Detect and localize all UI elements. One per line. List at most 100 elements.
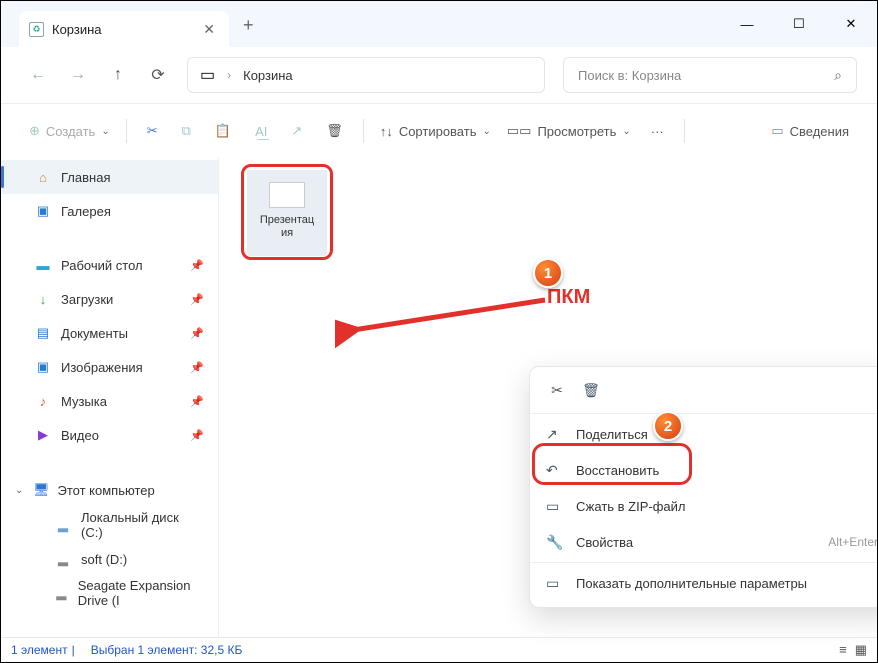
sidebar: ⌂Главная ▣Галерея ▬Рабочий стол📌 ↓Загруз… bbox=[1, 158, 219, 637]
divider bbox=[530, 562, 878, 563]
search-placeholder: Поиск в: Корзина bbox=[578, 68, 681, 83]
scissors-icon: ✂ bbox=[551, 382, 563, 399]
sidebar-item-videos[interactable]: ▶Видео📌 bbox=[1, 418, 218, 452]
chevron-down-icon: ⌄ bbox=[622, 126, 630, 137]
rename-button[interactable]: A͟I bbox=[243, 118, 279, 145]
music-icon: ♪ bbox=[35, 393, 51, 409]
annotation-badge-1: 1 bbox=[533, 258, 563, 288]
address-bar[interactable]: ▭ › Корзина bbox=[187, 57, 545, 93]
file-item-presentation[interactable]: Презентац ия bbox=[247, 170, 327, 256]
ctx-restore[interactable]: ↶Восстановить bbox=[530, 452, 878, 488]
divider bbox=[530, 413, 878, 414]
back-button[interactable]: ← bbox=[21, 58, 55, 92]
share-icon: ↗ bbox=[291, 123, 302, 139]
chevron-down-icon: ⌄ bbox=[482, 126, 490, 137]
sort-icon: ↑↓ bbox=[380, 124, 393, 139]
wrench-icon: 🔧 bbox=[546, 534, 562, 551]
desktop-icon: ▬ bbox=[35, 257, 51, 273]
trash-icon: 🗑 bbox=[326, 123, 343, 139]
monitor-icon: ▭ bbox=[200, 65, 215, 85]
copy-icon: ⧉ bbox=[182, 123, 191, 139]
sidebar-group-thispc[interactable]: ⌄🖥Этот компьютер bbox=[1, 472, 218, 508]
navigation-bar: ← → ↑ ⟳ ▭ › Корзина Поиск в: Корзина ⌕ bbox=[1, 47, 877, 103]
minimize-button[interactable]: — bbox=[721, 1, 773, 47]
sidebar-item-documents[interactable]: ▤Документы📌 bbox=[1, 316, 218, 350]
close-window-button[interactable]: ✕ bbox=[825, 1, 877, 47]
ctx-properties[interactable]: 🔧СвойстваAlt+Enter bbox=[530, 524, 878, 560]
shortcut-label: Alt+Enter bbox=[828, 535, 878, 549]
video-icon: ▶ bbox=[35, 427, 51, 443]
drive-icon: ▂ bbox=[55, 517, 71, 533]
file-name: Презентац ия bbox=[260, 214, 314, 240]
sidebar-item-music[interactable]: ♪Музыка📌 bbox=[1, 384, 218, 418]
ctx-zip[interactable]: ▭Сжать в ZIP-файл bbox=[530, 488, 878, 524]
sidebar-item-gallery[interactable]: ▣Галерея bbox=[1, 194, 218, 228]
toolbar: ⊕ Создать ⌄ ✂ ⧉ 📋 A͟I ↗ 🗑 ↑↓ Сортировать… bbox=[1, 104, 877, 158]
document-icon: ▤ bbox=[35, 325, 51, 341]
status-bar: 1 элемент | Выбран 1 элемент: 32,5 КБ ≡ … bbox=[1, 637, 877, 662]
gallery-icon: ▣ bbox=[35, 203, 51, 219]
sidebar-item-desktop[interactable]: ▬Рабочий стол📌 bbox=[1, 248, 218, 282]
details-icon: ▭ bbox=[771, 123, 783, 139]
up-button[interactable]: ↑ bbox=[101, 58, 135, 92]
share-button[interactable]: ↗ bbox=[279, 117, 314, 145]
copy-button[interactable]: ⧉ bbox=[170, 117, 203, 145]
paste-button[interactable]: 📋 bbox=[203, 117, 243, 145]
undo-icon: ↶ bbox=[546, 462, 562, 479]
browser-tab[interactable]: ♻ Корзина ✕ bbox=[19, 11, 229, 47]
sidebar-item-home[interactable]: ⌂Главная bbox=[1, 160, 218, 194]
ctx-cut-button[interactable]: ✂ bbox=[542, 377, 572, 403]
sort-button[interactable]: ↑↓ Сортировать ⌄ bbox=[372, 118, 499, 145]
sidebar-item-disk-d[interactable]: ▂soft (D:) bbox=[1, 542, 218, 576]
context-menu: ✂ 🗑 ↗Поделиться ↶Восстановить ▭Сжать в Z… bbox=[529, 366, 878, 608]
pin-icon: 📌 bbox=[190, 395, 204, 408]
divider bbox=[684, 119, 685, 143]
divider bbox=[363, 119, 364, 143]
view-button[interactable]: ▭▭ Просмотреть ⌄ bbox=[499, 117, 639, 145]
details-pane-button[interactable]: ▭ Сведения bbox=[763, 117, 857, 145]
archive-icon: ▭ bbox=[546, 498, 562, 515]
forward-button[interactable]: → bbox=[61, 58, 95, 92]
download-icon: ↓ bbox=[35, 291, 51, 307]
sidebar-item-pictures[interactable]: ▣Изображения📌 bbox=[1, 350, 218, 384]
maximize-button[interactable]: ☐ bbox=[773, 1, 825, 47]
share-outline-icon: ↗ bbox=[546, 426, 562, 443]
chevron-down-icon: ⌄ bbox=[15, 485, 25, 496]
refresh-button[interactable]: ⟳ bbox=[141, 58, 175, 92]
path-segment[interactable]: Корзина bbox=[243, 68, 293, 83]
ctx-more-options[interactable]: ▭Показать дополнительные параметры bbox=[530, 565, 878, 601]
recycle-bin-icon: ♻ bbox=[29, 22, 44, 37]
sidebar-item-downloads[interactable]: ↓Загрузки📌 bbox=[1, 282, 218, 316]
new-button[interactable]: ⊕ Создать ⌄ bbox=[21, 117, 118, 145]
pin-icon: 📌 bbox=[190, 327, 204, 340]
divider bbox=[126, 119, 127, 143]
sidebar-item-disk-ext[interactable]: ▂Seagate Expansion Drive (I bbox=[1, 576, 218, 610]
annotation-arrow bbox=[335, 288, 555, 348]
more-options-icon: ▭ bbox=[546, 575, 562, 592]
window-controls: — ☐ ✕ bbox=[721, 1, 877, 47]
path-separator: › bbox=[227, 68, 231, 82]
tab-title: Корзина bbox=[52, 22, 102, 37]
view-list-button[interactable]: ≡ bbox=[839, 642, 847, 658]
file-thumbnail-icon bbox=[269, 182, 305, 208]
status-count: 1 элемент bbox=[11, 643, 68, 657]
cut-button[interactable]: ✂ bbox=[135, 117, 170, 145]
content-area[interactable]: Презентац ия ПКМ ✂ 🗑 ↗Поделиться ↶Восста… bbox=[219, 158, 877, 637]
title-bar: ♻ Корзина ✕ + — ☐ ✕ bbox=[1, 1, 877, 47]
search-box[interactable]: Поиск в: Корзина ⌕ bbox=[563, 57, 857, 93]
ctx-delete-button[interactable]: 🗑 bbox=[576, 377, 606, 403]
chevron-down-icon: ⌄ bbox=[101, 126, 109, 137]
plus-circle-icon: ⊕ bbox=[29, 123, 40, 139]
ctx-share[interactable]: ↗Поделиться bbox=[530, 416, 878, 452]
sidebar-item-disk-c[interactable]: ▂Локальный диск (C:) bbox=[1, 508, 218, 542]
view-grid-button[interactable]: ▦ bbox=[855, 642, 867, 658]
annotation-badge-2: 2 bbox=[653, 411, 683, 441]
more-button[interactable]: ··· bbox=[639, 118, 676, 145]
pin-icon: 📌 bbox=[190, 293, 204, 306]
view-icon: ▭▭ bbox=[507, 123, 532, 139]
pin-icon: 📌 bbox=[190, 429, 204, 442]
clipboard-icon: 📋 bbox=[215, 123, 231, 139]
close-tab-icon[interactable]: ✕ bbox=[203, 21, 215, 38]
new-tab-button[interactable]: + bbox=[243, 11, 254, 39]
delete-button[interactable]: 🗑 bbox=[314, 117, 355, 145]
